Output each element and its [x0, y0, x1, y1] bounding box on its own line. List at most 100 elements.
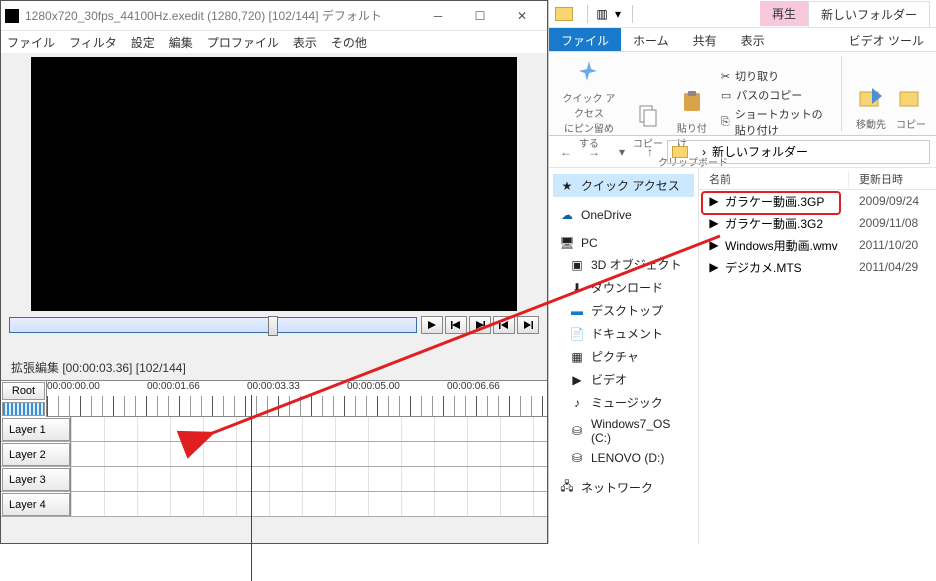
forward-button[interactable]: →	[583, 141, 605, 163]
nav-onedrive[interactable]: ☁OneDrive	[553, 205, 694, 225]
dropdown-icon[interactable]: ▾	[610, 7, 626, 21]
close-button[interactable]: ✕	[501, 2, 543, 30]
timeline-title: 拡張編集 [00:00:03.36] [102/144]	[1, 355, 547, 380]
menu-edit[interactable]: 編集	[169, 34, 193, 51]
shortcut-icon: ⎘	[721, 116, 730, 129]
prev-frame-button[interactable]	[445, 316, 467, 334]
scrubber[interactable]	[9, 317, 417, 333]
file-row[interactable]: ▶ガラケー動画.3GP 2009/09/24	[699, 190, 936, 212]
layer-label[interactable]: Layer 2	[2, 443, 70, 466]
address-field[interactable]: › 新しいフォルダー	[667, 140, 930, 164]
col-date[interactable]: 更新日時	[849, 171, 936, 187]
nav-downloads[interactable]: ⬇ダウンロード	[553, 276, 694, 299]
time-label: 00:00:00.00	[47, 381, 147, 396]
nav-pictures[interactable]: ▦ピクチャ	[553, 345, 694, 368]
playback-controls	[1, 315, 547, 335]
menu-file[interactable]: ファイル	[7, 34, 55, 51]
nav-pc[interactable]: 🖥PC	[553, 233, 694, 253]
nav-documents[interactable]: 📄ドキュメント	[553, 322, 694, 345]
paste-shortcut-button[interactable]: ⎘ショートカットの貼り付け	[721, 106, 827, 138]
maximize-button[interactable]: ☐	[459, 2, 501, 30]
layer-label[interactable]: Layer 4	[2, 493, 70, 516]
goto-start-button[interactable]	[493, 316, 515, 334]
drive-icon: ⛁	[569, 451, 585, 465]
tab-view[interactable]: 表示	[729, 28, 777, 51]
audio-meter	[2, 402, 45, 416]
menu-view[interactable]: 表示	[293, 34, 317, 51]
copy-path-button[interactable]: ▭パスのコピー	[721, 87, 827, 103]
properties-icon[interactable]: ▥	[594, 7, 610, 21]
column-headers: 名前 更新日時	[699, 168, 936, 190]
file-row[interactable]: ▶ ガラケー動画.3G2 2009/11/08	[699, 212, 936, 234]
new-folder-tab[interactable]: 新しいフォルダー	[808, 1, 930, 27]
recent-button[interactable]: ▾	[611, 141, 633, 163]
layer-track[interactable]	[70, 492, 547, 516]
back-button[interactable]: ←	[555, 141, 577, 163]
window-title: 1280x720_30fps_44100Hz.exedit (1280,720)…	[25, 7, 417, 24]
file-name: デジカメ.MTS	[725, 259, 802, 276]
explorer-window: ▥ ▾ 再生 新しいフォルダー ファイル ホーム 共有 表示 ビデオ ツール ク…	[548, 0, 936, 544]
root-button[interactable]: Root	[2, 382, 45, 400]
up-button[interactable]: ↑	[639, 141, 661, 163]
nav-3d-objects[interactable]: ▣3D オブジェクト	[553, 253, 694, 276]
cut-button[interactable]: ✂切り取り	[721, 68, 827, 84]
time-label: 00:00:01.66	[147, 381, 247, 396]
folder-icon	[555, 7, 573, 21]
minimize-button[interactable]: ─	[417, 2, 459, 30]
tab-videotools[interactable]: ビデオ ツール	[837, 28, 936, 51]
video-file-icon: ▶	[707, 216, 721, 230]
next-frame-button[interactable]	[469, 316, 491, 334]
explorer-titlebar: ▥ ▾ 再生 新しいフォルダー	[549, 0, 936, 28]
copy-to-button[interactable]: コピー	[896, 56, 926, 131]
menu-filter[interactable]: フィルタ	[69, 34, 117, 51]
nav-videos[interactable]: ▶ビデオ	[553, 368, 694, 391]
nav-drive-d[interactable]: ⛁LENOVO (D:)	[553, 448, 694, 468]
scrubber-thumb[interactable]	[268, 316, 278, 336]
video-preview[interactable]	[31, 57, 517, 311]
nav-quick-access[interactable]: ★クイック アクセス	[553, 174, 694, 197]
play-button[interactable]	[421, 316, 443, 334]
play-context-tab[interactable]: 再生	[760, 1, 808, 26]
file-name: Windows用動画.wmv	[725, 237, 838, 254]
timeline-ruler[interactable]: 00:00:00.00 00:00:01.66 00:00:03.33 00:0…	[47, 381, 547, 417]
video-file-icon: ▶	[707, 238, 721, 252]
video-preview-area	[1, 53, 547, 315]
timeline: Root 00:00:00.00 00:00:01.66 00:00:03.33…	[1, 380, 547, 517]
ribbon: クイック アクセス にピン留めする コピー 貼り付け ✂切り取り ▭パスのコピー…	[549, 52, 936, 136]
layer-track[interactable]	[70, 467, 547, 491]
col-name[interactable]: 名前	[699, 171, 849, 187]
file-date: 2009/09/24	[849, 194, 936, 208]
nav-desktop[interactable]: ▬デスクトップ	[553, 299, 694, 322]
move-to-button[interactable]: 移動先	[856, 56, 886, 131]
tab-file[interactable]: ファイル	[549, 28, 621, 51]
layer-track[interactable]	[70, 442, 547, 466]
nav-music[interactable]: ♪ミュージック	[553, 391, 694, 414]
file-name: ガラケー動画.3G2	[725, 215, 823, 232]
copy-icon	[633, 101, 663, 131]
highlight-box	[701, 191, 841, 215]
video-file-icon: ▶	[707, 260, 721, 274]
nav-network[interactable]: 🖧ネットワーク	[553, 476, 694, 499]
editor-titlebar: 1280x720_30fps_44100Hz.exedit (1280,720)…	[1, 1, 547, 31]
menu-setting[interactable]: 設定	[131, 34, 155, 51]
ribbon-tabs: ファイル ホーム 共有 表示 ビデオ ツール	[549, 28, 936, 52]
playhead[interactable]	[251, 395, 252, 581]
tab-home[interactable]: ホーム	[621, 28, 681, 51]
star-icon: ★	[559, 179, 575, 193]
nav-drive-c[interactable]: ⛁Windows7_OS (C:)	[553, 414, 694, 448]
menu-profile[interactable]: プロファイル	[207, 34, 279, 51]
time-label: 00:00:03.33	[247, 381, 347, 396]
file-row[interactable]: ▶デジカメ.MTS 2011/04/29	[699, 256, 936, 278]
menu-other[interactable]: その他	[331, 34, 367, 51]
scissors-icon: ✂	[721, 70, 730, 83]
cloud-icon: ☁	[559, 208, 575, 222]
file-date: 2009/11/08	[849, 216, 936, 230]
layer-label[interactable]: Layer 3	[2, 468, 70, 491]
nav-pane: ★クイック アクセス ☁OneDrive 🖥PC ▣3D オブジェクト ⬇ダウン…	[549, 168, 699, 544]
layer-label[interactable]: Layer 1	[2, 418, 70, 441]
file-row[interactable]: ▶Windows用動画.wmv 2011/10/20	[699, 234, 936, 256]
goto-end-button[interactable]	[517, 316, 539, 334]
tab-share[interactable]: 共有	[681, 28, 729, 51]
layer-track[interactable]	[70, 417, 547, 441]
breadcrumb-item[interactable]: 新しいフォルダー	[712, 143, 808, 160]
